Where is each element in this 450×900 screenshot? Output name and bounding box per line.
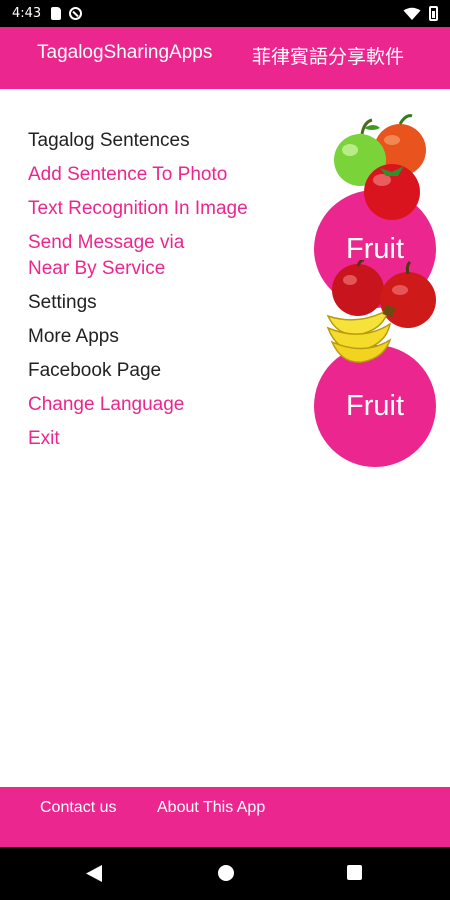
- menu-item-exit[interactable]: Exit: [28, 426, 318, 452]
- contact-us-link[interactable]: Contact us: [40, 799, 116, 817]
- fruit-area: Fruit Fruit: [310, 110, 445, 470]
- status-right-group: [403, 6, 438, 21]
- navigation-bar: [0, 847, 450, 900]
- home-icon[interactable]: [218, 865, 234, 881]
- menu-item-send-message-line1: Send Message via: [28, 232, 185, 253]
- recents-icon[interactable]: [347, 865, 362, 880]
- app-title-chinese: 菲律賓語分享軟件: [252, 46, 405, 68]
- battery-icon: [429, 6, 438, 21]
- menu-item-add-sentence-to-photo[interactable]: Add Sentence To Photo: [28, 162, 318, 188]
- menu-item-text-recognition[interactable]: Text Recognition In Image: [28, 196, 318, 222]
- do-not-disturb-icon: [69, 7, 83, 20]
- main-menu: Tagalog Sentences Add Sentence To Photo …: [28, 128, 318, 460]
- status-bar: 4:43: [0, 0, 450, 27]
- app-bar: TagalogSharingApps 菲律賓語分享軟件: [0, 27, 450, 89]
- about-this-app-link[interactable]: About This App: [157, 799, 265, 817]
- menu-item-send-message-line2: Near By Service: [28, 258, 166, 279]
- app-title: TagalogSharingApps: [37, 42, 213, 63]
- fruit-button-2-label: Fruit: [346, 389, 404, 422]
- apple-banana-icon: [326, 260, 436, 363]
- menu-item-settings[interactable]: Settings: [28, 290, 318, 316]
- bottom-bar: Contact us About This App: [0, 787, 450, 847]
- menu-item-more-apps[interactable]: More Apps: [28, 324, 318, 350]
- back-icon[interactable]: [86, 865, 102, 882]
- menu-item-send-message-nearby[interactable]: Send Message via Near By Service: [28, 230, 318, 282]
- menu-item-change-language[interactable]: Change Language: [28, 392, 318, 418]
- menu-item-tagalog-sentences[interactable]: Tagalog Sentences: [28, 128, 318, 154]
- status-time: 4:43: [12, 6, 42, 21]
- apple-tomato-icon: [334, 114, 426, 220]
- menu-item-facebook-page[interactable]: Facebook Page: [28, 358, 318, 384]
- wifi-icon: [403, 7, 421, 20]
- sd-card-icon: [51, 7, 62, 20]
